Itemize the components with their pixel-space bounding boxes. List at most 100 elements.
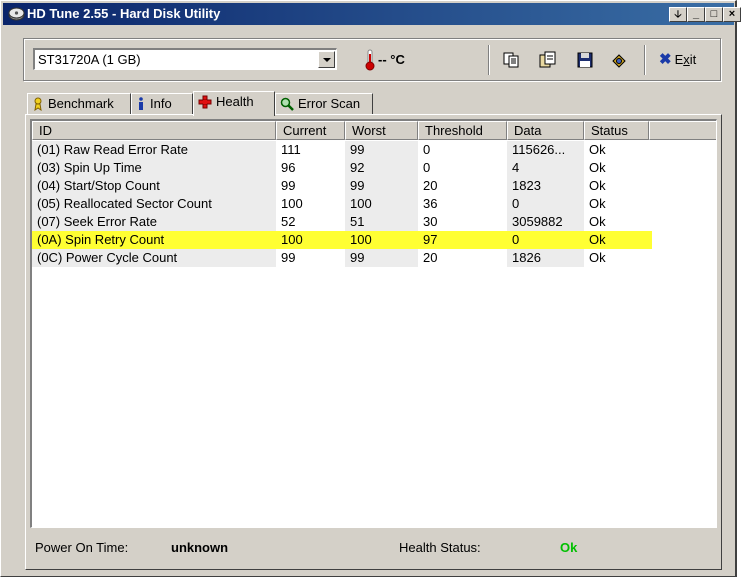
cell-worst: 99 (345, 249, 418, 267)
column-header-id[interactable]: ID (32, 121, 276, 140)
arrow-down-icon: 🡣 (674, 9, 682, 20)
cell-worst: 99 (345, 177, 418, 195)
column-header-status[interactable]: Status (584, 121, 649, 140)
tab-benchmark[interactable]: Benchmark (27, 93, 131, 115)
cell-status: Ok (589, 178, 606, 193)
cell-threshold: 97 (423, 232, 438, 247)
drive-select-value: ST31720A (1 GB) (38, 52, 141, 67)
cell-threshold: 36 (423, 196, 438, 211)
health-icon (198, 95, 212, 109)
cell-id: (0A) Spin Retry Count (37, 232, 165, 247)
cell-current: 111 (281, 142, 301, 157)
cell-data: 115626... (507, 141, 584, 159)
cell-threshold: 0 (423, 160, 431, 175)
copy-icon[interactable] (502, 51, 520, 69)
window-title: HD Tune 2.55 - Hard Disk Utility (27, 6, 221, 21)
cell-data: 0 (507, 195, 584, 213)
cell-current: 99 (281, 250, 296, 265)
cell-id: (05) Reallocated Sector Count (32, 195, 276, 213)
exit-icon: ✖ (659, 51, 672, 68)
tab-error-scan-label: Error Scan (298, 96, 361, 111)
minimize-button[interactable]: _ (687, 7, 705, 22)
smart-attributes-table[interactable]: ID Current Worst Threshold Data Status (… (30, 119, 717, 528)
close-icon: × (728, 8, 736, 20)
health-status-label: Health Status: (399, 540, 481, 555)
thermometer-icon (365, 49, 375, 71)
cell-status: Ok (589, 250, 606, 265)
table-row[interactable]: (0C) Power Cycle Count 99 99 20 1826 Ok (32, 249, 652, 267)
chevron-down-icon[interactable] (318, 51, 335, 68)
cell-current: 96 (281, 160, 296, 175)
cell-threshold: 30 (423, 214, 438, 229)
cell-worst: 100 (350, 232, 372, 247)
cell-current: 100 (281, 196, 303, 211)
app-icon (8, 7, 25, 21)
cell-id: (04) Start/Stop Count (32, 177, 276, 195)
exit-button[interactable]: ✖ Exit (659, 51, 696, 69)
cell-status: Ok (589, 196, 606, 211)
cell-status: Ok (589, 232, 606, 247)
cell-status: Ok (589, 142, 606, 157)
cell-data: 1826 (507, 249, 584, 267)
cell-id: (03) Spin Up Time (32, 159, 276, 177)
close-button[interactable]: × (723, 7, 741, 22)
maximize-icon: □ (710, 8, 718, 20)
table-row[interactable]: (05) Reallocated Sector Count 100 100 36 0 Ok (32, 195, 652, 213)
health-panel: ID Current Worst Threshold Data Status (… (25, 114, 722, 570)
cell-data: 4 (507, 159, 584, 177)
title-bar[interactable]: HD Tune 2.55 - Hard Disk Utility 🡣 _ □ × (3, 3, 741, 25)
toolbar: ST31720A (1 GB) -- °C ✖ Exit (23, 38, 721, 81)
cell-current: 52 (281, 214, 296, 229)
table-row[interactable]: (01) Raw Read Error Rate 111 99 0 115626... O… (32, 141, 652, 159)
toolbar-separator (644, 45, 646, 75)
cell-worst: 51 (345, 213, 418, 231)
tab-info[interactable]: Info (131, 93, 193, 115)
cell-current: 99 (281, 178, 296, 193)
maximize-button[interactable]: □ (705, 7, 723, 22)
table-row[interactable]: (03) Spin Up Time 96 92 0 4 Ok (32, 159, 652, 177)
column-header-filler (649, 121, 716, 140)
temperature-readout: -- °C (378, 52, 405, 67)
health-status-value: Ok (560, 540, 578, 555)
cell-worst: 100 (345, 195, 418, 213)
table-row[interactable]: (0A) Spin Retry Count 100 100 97 0 Ok (32, 231, 652, 249)
benchmark-icon (34, 97, 42, 112)
power-on-time-value: unknown (171, 540, 229, 555)
cell-id: (0C) Power Cycle Count (32, 249, 276, 267)
save-icon[interactable] (576, 51, 594, 69)
cell-data: 3059882 (507, 213, 584, 231)
error-scan-icon (280, 97, 294, 111)
minimize-icon: _ (692, 8, 700, 20)
exit-label-rest: it (689, 52, 697, 67)
tab-health[interactable]: Health (193, 91, 275, 116)
power-on-time-label: Power On Time: (35, 540, 129, 555)
column-header-data[interactable]: Data (507, 121, 584, 140)
cell-data: 1823 (507, 177, 584, 195)
tab-error-scan[interactable]: Error Scan (275, 93, 373, 115)
tab-info-label: Info (150, 96, 172, 111)
toolbar-separator (488, 45, 490, 75)
cell-threshold: 20 (423, 178, 438, 193)
tab-benchmark-label: Benchmark (48, 96, 114, 111)
cell-worst: 99 (345, 141, 418, 159)
drive-select[interactable]: ST31720A (1 GB) (33, 48, 337, 70)
column-header-worst[interactable]: Worst (345, 121, 418, 140)
cell-threshold: 0 (423, 142, 431, 157)
main-window: HD Tune 2.55 - Hard Disk Utility 🡣 _ □ ×… (0, 0, 741, 577)
cell-id: (01) Raw Read Error Rate (32, 141, 276, 159)
table-row[interactable]: (07) Seek Error Rate 52 51 30 3059882 Ok (32, 213, 652, 231)
tray-button[interactable]: 🡣 (669, 7, 687, 22)
options-icon[interactable] (610, 51, 628, 69)
column-header-current[interactable]: Current (276, 121, 345, 140)
table-row[interactable]: (04) Start/Stop Count 99 99 20 1823 Ok (32, 177, 652, 195)
cell-worst: 92 (345, 159, 418, 177)
copy-all-icon[interactable] (539, 51, 557, 69)
cell-id: (07) Seek Error Rate (32, 213, 276, 231)
tab-health-label: Health (216, 94, 254, 109)
column-header-threshold[interactable]: Threshold (418, 121, 507, 140)
cell-current: 100 (281, 232, 303, 247)
exit-label: E (674, 52, 684, 67)
info-icon (139, 97, 143, 110)
cell-status: Ok (589, 160, 606, 175)
cell-threshold: 20 (423, 250, 438, 265)
